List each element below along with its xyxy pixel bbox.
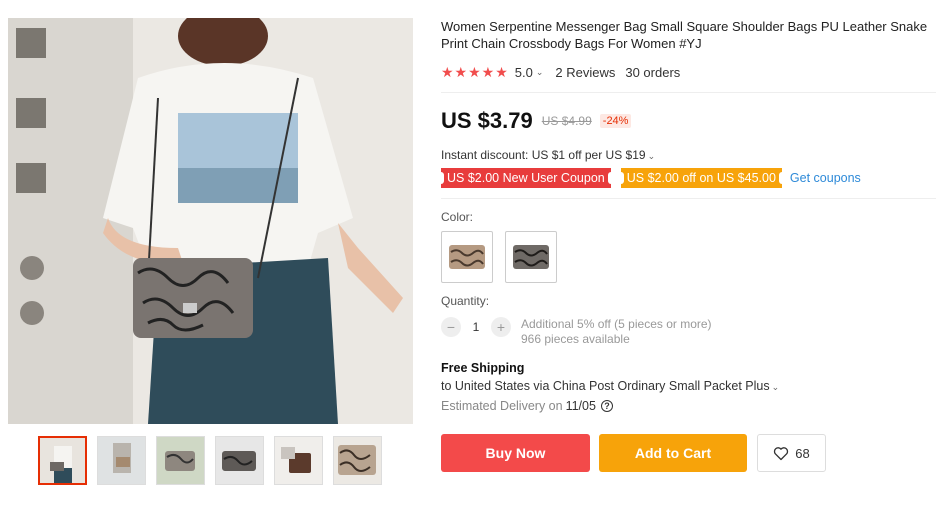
brown-snake-bag-icon [449, 245, 485, 269]
thumbnail-image [275, 437, 322, 484]
thumbnail-5[interactable] [274, 436, 323, 485]
price-row: US $3.79 US $4.99 -24% [441, 108, 936, 134]
bulk-discount-text: Additional 5% off (5 pieces or more) [521, 317, 712, 331]
new-user-coupon[interactable]: US $2.00 New User Coupon [438, 168, 614, 188]
estimated-delivery-label: Estimated Delivery on [441, 399, 563, 413]
quantity-stepper: − 1 + Additional 5% off (5 pieces or mor… [441, 317, 936, 347]
product-page: Women Serpentine Messenger Bag Small Squ… [0, 0, 945, 508]
shipping-method[interactable]: to United States via China Post Ordinary… [441, 379, 936, 393]
current-price: US $3.79 [441, 108, 533, 133]
thumbnail-image [216, 437, 263, 484]
estimated-delivery: Estimated Delivery on 11/05 ? [441, 399, 936, 413]
color-label: Color: [441, 210, 474, 224]
wishlist-button[interactable]: 68 [757, 434, 826, 472]
coupon-row: US $2.00 New User Coupon US $2.00 off on… [438, 168, 936, 188]
quantity-value[interactable]: 1 [461, 317, 491, 337]
get-coupons-link[interactable]: Get coupons [790, 171, 861, 185]
thumbnail-4[interactable] [215, 436, 264, 485]
main-product-image[interactable] [8, 18, 413, 424]
thumbnail-image [40, 438, 85, 483]
grey-snake-bag-icon [513, 245, 549, 269]
rating-row: ★★★★★ 5.0 ⌄ 2 Reviews 30 orders [441, 64, 936, 81]
action-buttons: Buy Now Add to Cart 68 [441, 434, 936, 472]
shipping-title: Free Shipping [441, 361, 525, 375]
estimated-delivery-date: 11/05 [565, 399, 596, 413]
divider [441, 198, 936, 199]
heart-icon [774, 446, 789, 460]
increase-quantity-button[interactable]: + [491, 317, 511, 337]
wishlist-count: 68 [795, 445, 810, 461]
stock-available: 966 pieces available [521, 332, 630, 346]
decrease-quantity-button[interactable]: − [441, 317, 461, 337]
color-option-grey[interactable] [505, 231, 557, 283]
product-title: Women Serpentine Messenger Bag Small Squ… [441, 19, 928, 51]
instant-discount-text: Instant discount: US $1 off per US $19 [441, 148, 646, 162]
product-info-panel: Women Serpentine Messenger Bag Small Squ… [438, 18, 936, 472]
color-option-brown[interactable] [441, 231, 493, 283]
chevron-down-icon[interactable]: ⌄ [536, 67, 544, 78]
reviews-link[interactable]: 2 Reviews [555, 65, 615, 80]
quantity-label: Quantity: [441, 294, 490, 308]
original-price: US $4.99 [541, 114, 592, 128]
rating-stars: ★★★★★ [441, 64, 509, 80]
instant-discount[interactable]: Instant discount: US $1 off per US $19 ⌄ [441, 148, 936, 162]
thumbnail-3[interactable] [156, 436, 205, 485]
product-photo [8, 18, 413, 424]
orders-count: 30 orders [625, 65, 681, 80]
chevron-down-icon: ⌄ [647, 151, 656, 161]
add-to-cart-button[interactable]: Add to Cart [599, 434, 747, 472]
buy-now-button[interactable]: Buy Now [441, 434, 590, 472]
color-swatches [441, 231, 936, 283]
thumbnail-image [334, 437, 381, 484]
discount-badge: -24% [599, 114, 632, 128]
thumbnail-6[interactable] [333, 436, 382, 485]
thumbnail-2[interactable] [97, 436, 146, 485]
quantity-info: Additional 5% off (5 pieces or more) 966… [521, 317, 712, 347]
shipping-method-text: to United States via China Post Ordinary… [441, 379, 770, 393]
store-coupon[interactable]: US $2.00 off on US $45.00 [617, 168, 786, 188]
rating-score[interactable]: 5.0 [515, 65, 533, 80]
thumbnail-image [98, 437, 145, 484]
chevron-down-icon: ⌄ [771, 382, 780, 392]
thumbnail-strip [38, 436, 382, 485]
help-icon[interactable]: ? [600, 400, 613, 412]
thumbnail-image [157, 437, 204, 484]
thumbnail-1[interactable] [38, 436, 87, 485]
divider [441, 92, 936, 93]
